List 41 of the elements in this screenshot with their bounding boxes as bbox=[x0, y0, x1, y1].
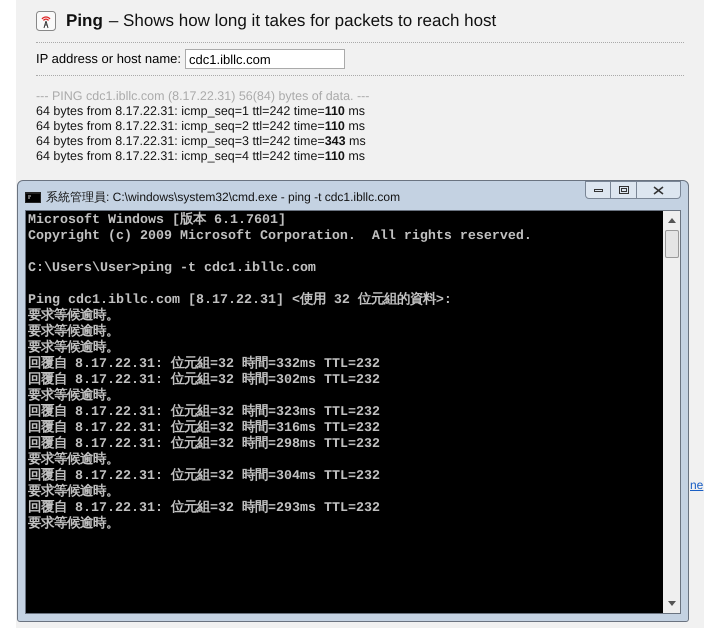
console-line: 回覆自 8.17.22.31: 位元組=32 時間=323ms TTL=232 bbox=[28, 405, 381, 420]
console-line: 要求等候逾時。 bbox=[28, 485, 120, 500]
minimize-button[interactable] bbox=[585, 181, 611, 199]
signal-tower-icon bbox=[36, 11, 56, 31]
result-line: 64 bytes from 8.17.22.31: icmp_seq=1 ttl=242 time=110 ms bbox=[36, 104, 366, 119]
console-line: Ping cdc1.ibllc.com [8.17.22.31] <使用 32 位元組的資料>: bbox=[28, 293, 453, 308]
console-line: 要求等候逾時。 bbox=[28, 325, 120, 340]
restore-icon bbox=[618, 186, 628, 194]
console-line: 回覆自 8.17.22.31: 位元組=32 時間=302ms TTL=232 bbox=[28, 373, 381, 388]
result-header: --- PING cdc1.ibllc.com (8.17.22.31) 56(84) bytes of data. --- bbox=[36, 89, 370, 104]
minimize-icon bbox=[594, 188, 602, 192]
host-input-field[interactable]: cdc1.ibllc.com bbox=[185, 49, 346, 69]
console-line: 回覆自 8.17.22.31: 位元組=32 時間=298ms TTL=232 bbox=[28, 437, 381, 452]
console-line: 要求等候逾時。 bbox=[28, 453, 120, 468]
close-icon bbox=[653, 186, 664, 194]
link[interactable]: ne bbox=[690, 476, 704, 494]
console-line: 回覆自 8.17.22.31: 位元組=32 時間=293ms TTL=232 bbox=[28, 501, 381, 516]
console-line: 要求等候逾時。 bbox=[28, 309, 120, 324]
page-title: Ping bbox=[66, 10, 103, 32]
console-line: 回覆自 8.17.22.31: 位元組=32 時間=304ms TTL=232 bbox=[28, 469, 381, 484]
result-line: 64 bytes from 8.17.22.31: icmp_seq=3 ttl=242 time=343 ms bbox=[36, 134, 367, 149]
scroll-thumb[interactable] bbox=[664, 230, 678, 258]
scroll-down-icon[interactable] bbox=[668, 601, 676, 606]
result-line: 64 bytes from 8.17.22.31: icmp_seq=2 ttl=242 time=110 ms bbox=[36, 119, 366, 134]
console-line: 要求等候逾時。 bbox=[28, 389, 120, 404]
console-line: C:\Users\User>ping -t cdc1.ibllc.com bbox=[28, 261, 317, 277]
console-line: Microsoft Windows [版本 6.1.7601] bbox=[28, 213, 287, 229]
console-line: 回覆自 8.17.22.31: 位元組=32 時間=332ms TTL=232 bbox=[28, 357, 381, 372]
console-line: 回覆自 8.17.22.31: 位元組=32 時間=316ms TTL=232 bbox=[28, 421, 381, 436]
close-button[interactable] bbox=[637, 181, 681, 199]
console-line: 要求等候逾時。 bbox=[28, 341, 120, 356]
console-icon bbox=[25, 192, 41, 202]
scroll-up-icon[interactable] bbox=[668, 218, 676, 223]
page-subtitle: – Shows how long it takes for packets to reach host bbox=[108, 10, 496, 32]
field-label: IP address or host name: bbox=[36, 50, 182, 68]
console-line: Copyright (c) 2009 Microsoft Corporation. All rights reserved. bbox=[28, 229, 533, 245]
result-line: 64 bytes from 8.17.22.31: icmp_seq=4 ttl=242 time=110 ms bbox=[36, 149, 366, 164]
console-line: 要求等候逾時。 bbox=[28, 517, 120, 533]
window-title: 系統管理員: C:\windows\system32\cmd.exe - ping -t cdc1.ibllc.com bbox=[46, 189, 400, 206]
scrollbar[interactable] bbox=[663, 211, 680, 613]
maximize-button[interactable] bbox=[611, 181, 637, 199]
